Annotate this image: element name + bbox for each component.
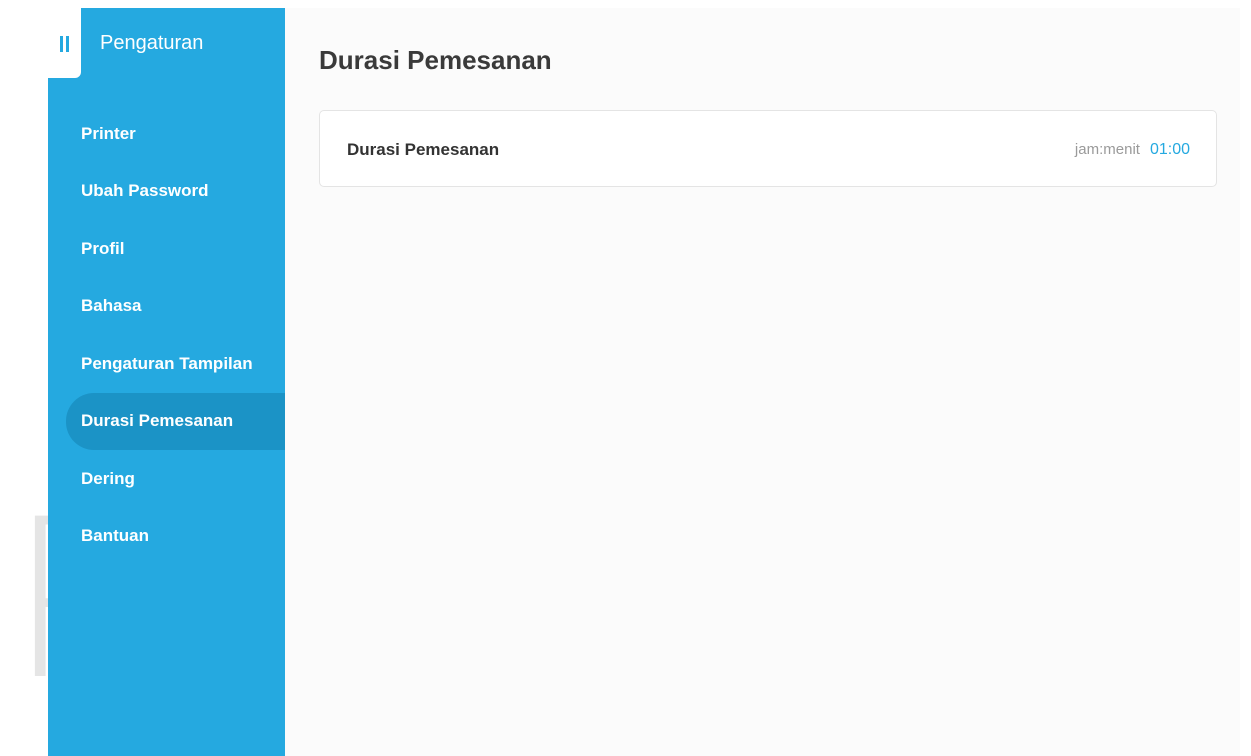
menu-icon (60, 36, 69, 52)
sidebar-title: Pengaturan (100, 32, 204, 54)
main-content: Durasi Pemesanan Durasi Pemesanan jam:me… (285, 8, 1240, 756)
duration-value-group: jam:menit 01:00 (1075, 141, 1190, 159)
sidebar-item-printer[interactable]: Printer (48, 105, 285, 163)
sidebar-item-ubah-password[interactable]: Ubah Password (48, 163, 285, 221)
sidebar-nav: Printer Ubah Password Profil Bahasa Peng… (48, 105, 285, 565)
sidebar-header: Pengaturan (48, 8, 285, 78)
sidebar-item-bahasa[interactable]: Bahasa (48, 278, 285, 336)
time-format-label: jam:menit (1074, 141, 1140, 158)
sidebar-item-dering[interactable]: Dering (48, 450, 285, 508)
sidebar-item-durasi-pemesanan[interactable]: Durasi Pemesanan (66, 392, 285, 450)
menu-toggle-button[interactable] (48, 8, 81, 78)
sidebar: Pengaturan Printer Ubah Password Profil … (48, 8, 285, 756)
duration-value[interactable]: 01:00 (1150, 141, 1190, 159)
page-title: Durasi Pemesanan (319, 45, 552, 75)
duration-setting-card[interactable]: Durasi Pemesanan jam:menit 01:00 (319, 110, 1217, 187)
duration-setting-label: Durasi Pemesanan (347, 140, 500, 159)
sidebar-item-pengaturan-tampilan[interactable]: Pengaturan Tampilan (48, 335, 285, 393)
sidebar-item-bantuan[interactable]: Bantuan (48, 508, 285, 566)
sidebar-item-profil[interactable]: Profil (48, 220, 285, 278)
